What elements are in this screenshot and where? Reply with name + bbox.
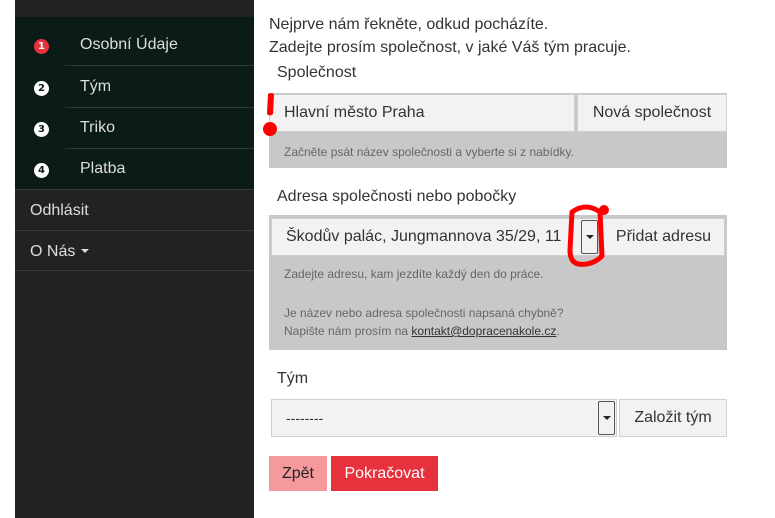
add-address-button[interactable]: Přidat adresu: [602, 218, 725, 256]
address-well: Škodův palác, Jungmannova 35/29, 11 Přid…: [269, 215, 727, 350]
about-label: O Nás: [30, 240, 90, 264]
contact-email-link[interactable]: kontakt@dopracenakole.cz: [411, 324, 556, 338]
team-select[interactable]: --------: [271, 399, 617, 437]
registration-steps: 1 Osobní Údaje 2 Tým 3 Triko 4 Platba: [15, 17, 254, 189]
step-number: 4: [34, 163, 49, 178]
annotation-exclamation-mark: [263, 93, 277, 136]
logout-label: Odhlásit: [30, 202, 89, 219]
company-label: Společnost: [277, 64, 357, 81]
intro-line-2: Zadejte prosím společnost, v jaké Váš tý…: [269, 39, 631, 56]
step-number: 1: [34, 39, 49, 54]
about-text: O Nás: [30, 243, 76, 260]
continue-button[interactable]: Pokračovat: [331, 456, 438, 491]
step-label: Osobní Údaje: [80, 36, 178, 53]
caret-down-icon: [603, 416, 611, 420]
new-company-button[interactable]: Nová společnost: [577, 94, 727, 132]
annotation-stroke: [567, 204, 605, 267]
step-label: Platba: [80, 160, 126, 177]
team-label: Tým: [277, 370, 309, 387]
annotation-dot: [263, 122, 277, 136]
error-prefix: Napište nám prosím na: [284, 324, 412, 338]
sidebar: 1 Osobní Údaje 2 Tým 3 Triko 4 Platba Od…: [15, 0, 254, 518]
step-payment[interactable]: 4 Platba: [15, 148, 254, 190]
caret-down-icon: [81, 248, 90, 253]
create-team-button[interactable]: Založit tým: [619, 399, 727, 437]
company-input[interactable]: Hlavní město Praha: [269, 94, 575, 132]
intro-line-1: Nejprve nám řekněte, odkud pocházíte.: [269, 16, 549, 33]
step-shirt[interactable]: 3 Triko: [15, 107, 254, 149]
company-help: Začněte psát název společnosti a vyberte…: [284, 145, 574, 159]
step-number: 3: [34, 122, 49, 137]
error-suffix: .: [556, 324, 560, 338]
annotation-dot: [599, 205, 609, 215]
company-well: Hlavní město Praha Nová společnost Začně…: [269, 93, 727, 168]
step-label: Triko: [80, 119, 115, 136]
address-error-line-1: Je název nebo adresa společnosti napsaná…: [284, 306, 564, 320]
step-team[interactable]: 2 Tým: [15, 66, 254, 108]
step-label: Tým: [80, 78, 112, 95]
annotation-stroke: [267, 93, 274, 116]
address-select[interactable]: Škodův palác, Jungmannova 35/29, 11: [271, 218, 599, 256]
step-number: 2: [34, 81, 49, 96]
address-label: Adresa společnosti nebo pobočky: [277, 188, 517, 205]
address-help: Zadejte adresu, kam jezdíte každý den do…: [284, 267, 544, 281]
annotation-circle-mark: [567, 204, 609, 267]
logout-link[interactable]: Odhlásit: [15, 189, 254, 230]
back-button[interactable]: Zpět: [269, 456, 327, 491]
address-error-line-2: Napište nám prosím na kontakt@dopracenak…: [284, 323, 560, 340]
step-personal-data[interactable]: 1 Osobní Údaje: [15, 24, 254, 66]
team-dropdown-toggle[interactable]: [598, 401, 615, 435]
about-dropdown[interactable]: O Nás: [15, 230, 254, 271]
